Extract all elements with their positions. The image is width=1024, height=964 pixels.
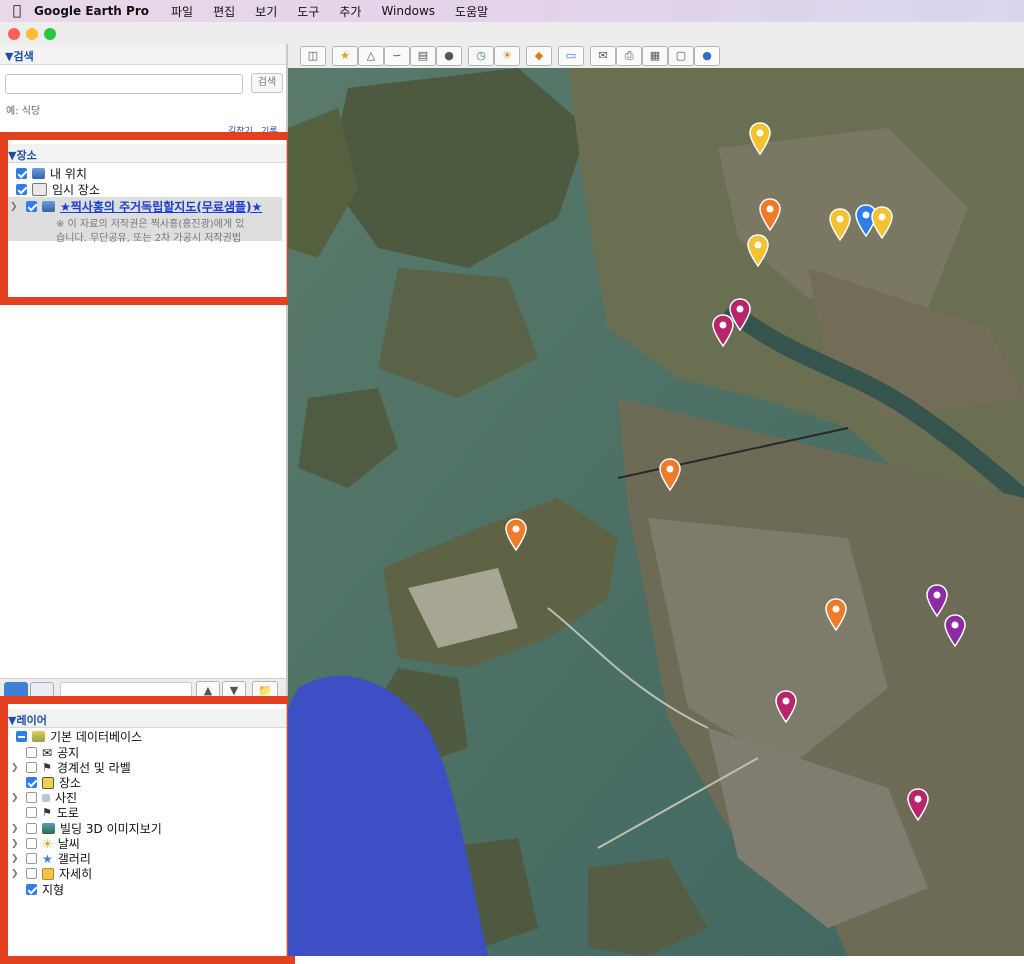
search-header-label: ▼검색	[5, 50, 34, 63]
map-pin-orange[interactable]	[504, 518, 528, 552]
map-pin-yellow[interactable]	[748, 122, 772, 156]
map-pin-orange[interactable]	[758, 198, 782, 232]
search-panel-header[interactable]: ▼검색	[0, 44, 286, 65]
sunlight-button[interactable]: ☀	[494, 46, 520, 66]
app-name-menu[interactable]: Google Earth Pro	[34, 4, 149, 18]
search-input[interactable]	[5, 74, 243, 94]
planet-switch-button[interactable]: ◆	[526, 46, 552, 66]
map-pin-purple[interactable]	[943, 614, 967, 648]
ruler-button[interactable]: ▭	[558, 46, 584, 66]
search-button[interactable]: 검색	[251, 73, 283, 93]
sidebar-toggle-button[interactable]: ◫	[300, 46, 326, 66]
zoom-window-button[interactable]	[44, 28, 56, 40]
menu-help[interactable]: 도움말	[455, 3, 488, 20]
menu-view[interactable]: 보기	[255, 3, 277, 20]
map-toolbar: ◫ ★ △ ∽ ▤ ● ◷ ☀ ◆ ▭ ✉ ⎙ ▦ ▢ ●	[288, 44, 1024, 69]
window-titlebar	[0, 22, 1024, 45]
record-movie-button[interactable]: ▢	[668, 46, 694, 66]
map-pin-yellow[interactable]	[828, 208, 852, 242]
map-pin-magenta[interactable]	[711, 314, 735, 348]
menu-tools[interactable]: 도구	[297, 3, 319, 20]
historical-imagery-button[interactable]: ◷	[468, 46, 494, 66]
map-pin-orange[interactable]	[824, 598, 848, 632]
map-pin-magenta[interactable]	[774, 690, 798, 724]
map-pin-orange[interactable]	[658, 458, 682, 492]
close-window-button[interactable]	[8, 28, 20, 40]
save-image-button[interactable]: ▦	[642, 46, 668, 66]
print-button[interactable]: ⎙	[616, 46, 642, 66]
add-path-button[interactable]: ∽	[384, 46, 410, 66]
email-button[interactable]: ✉	[590, 46, 616, 66]
add-placemark-button[interactable]: ★	[332, 46, 358, 66]
highlight-box-layers	[0, 696, 295, 964]
menu-add[interactable]: 추가	[339, 3, 361, 20]
map-pin-yellow[interactable]	[870, 206, 894, 240]
minimize-window-button[interactable]	[26, 28, 38, 40]
map-pin-magenta[interactable]	[906, 788, 930, 822]
satellite-imagery	[288, 68, 1024, 956]
map-pin-yellow[interactable]	[746, 234, 770, 268]
menu-file[interactable]: 파일	[171, 3, 193, 20]
add-polygon-button[interactable]: △	[358, 46, 384, 66]
earth-view-button[interactable]: ●	[694, 46, 720, 66]
search-hint: 예: 식당	[6, 106, 41, 117]
sidebar: ▼검색 검색 예: 식당 길찾기 기록 ▼장소 내 위치 임시 장소 ❯ ★찍사…	[0, 44, 295, 964]
record-tour-button[interactable]: ●	[436, 46, 462, 66]
menu-edit[interactable]: 편집	[213, 3, 235, 20]
map-pin-purple[interactable]	[925, 584, 949, 618]
highlight-box-places	[0, 132, 295, 305]
map-view[interactable]	[288, 68, 1024, 956]
add-overlay-button[interactable]: ▤	[410, 46, 436, 66]
menu-windows[interactable]: Windows	[381, 4, 435, 18]
apple-icon[interactable]: 	[0, 3, 34, 19]
mac-menubar:  Google Earth Pro 파일 편집 보기 도구 추가 Window…	[0, 0, 1024, 22]
